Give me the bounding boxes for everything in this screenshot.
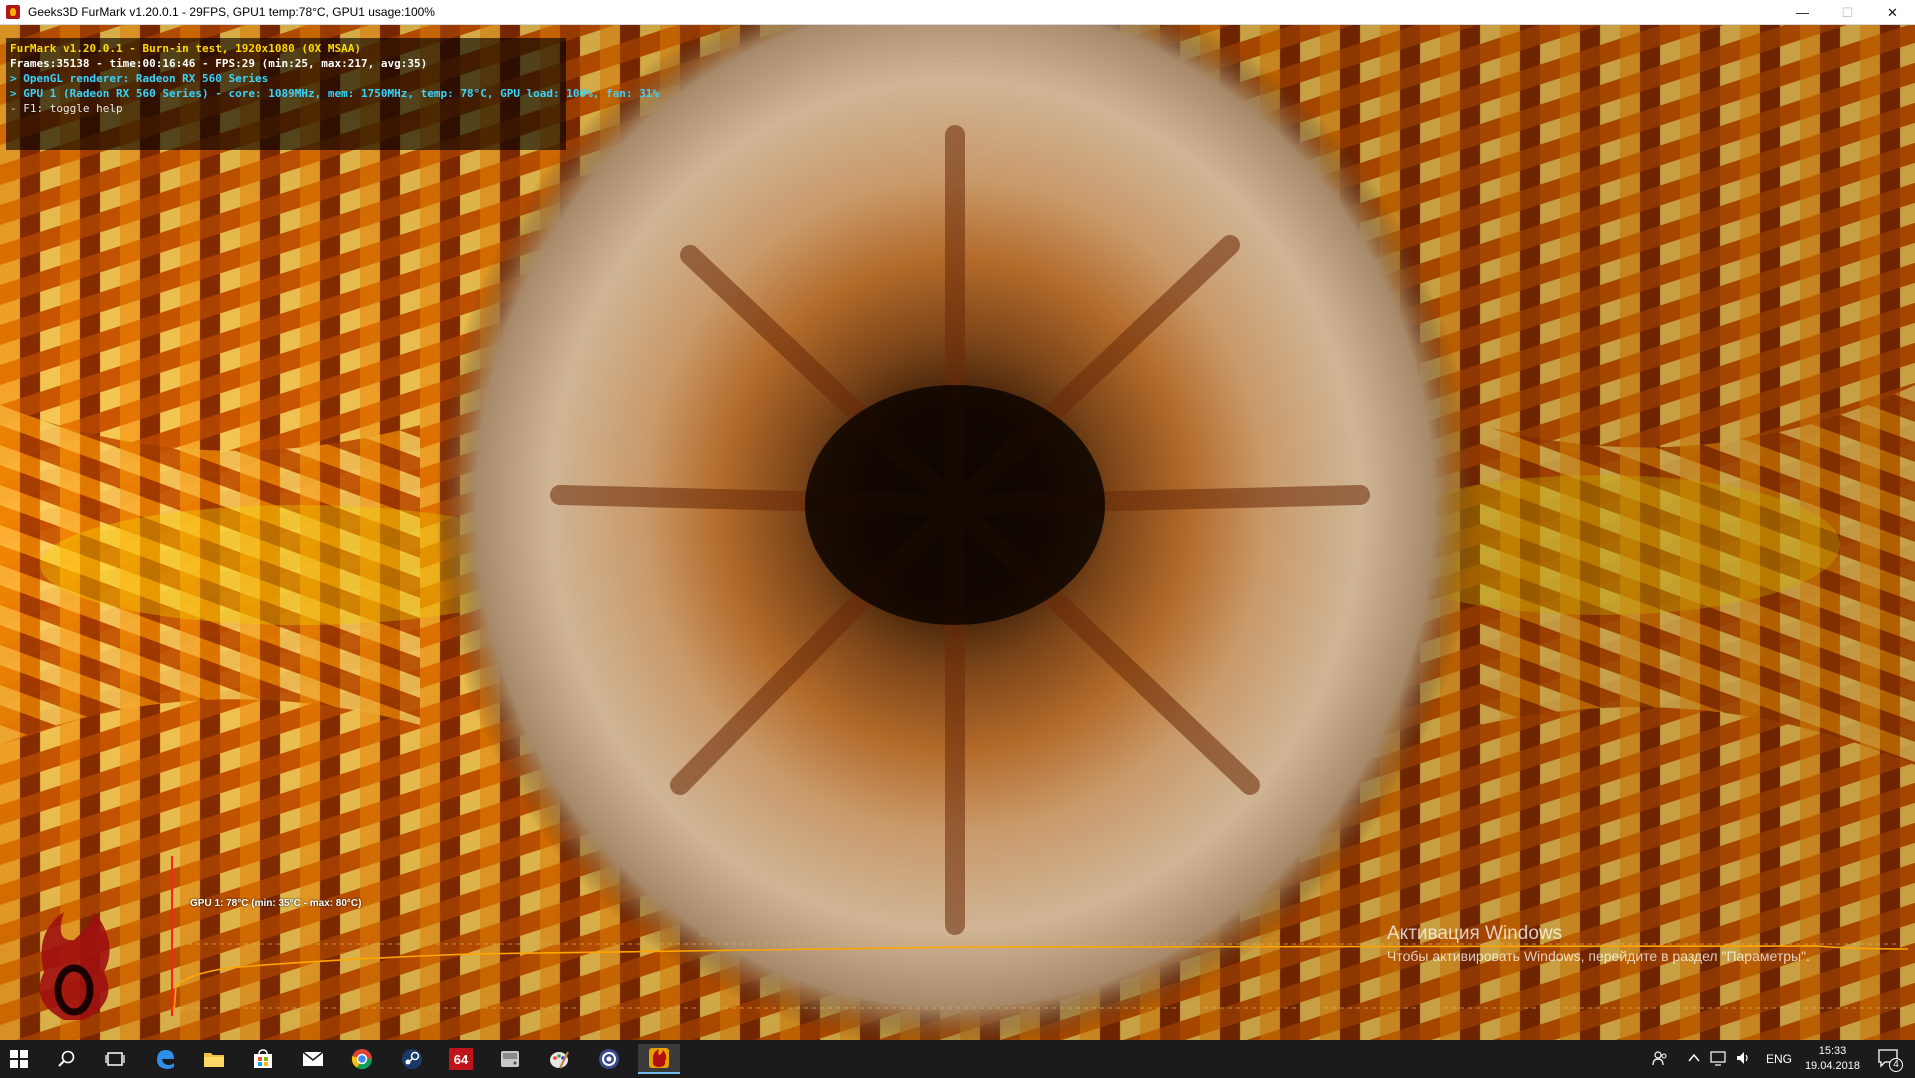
edge-icon[interactable] bbox=[148, 1044, 182, 1074]
file-explorer-icon[interactable] bbox=[197, 1044, 231, 1074]
mail-icon[interactable] bbox=[296, 1044, 330, 1074]
store-icon[interactable] bbox=[246, 1044, 280, 1074]
hud-frames-line: Frames:35138 - time:00:16:46 - FPS:29 (m… bbox=[10, 57, 428, 70]
chrome-icon[interactable] bbox=[345, 1044, 379, 1074]
aida64-label: 64 bbox=[449, 1048, 473, 1070]
network-icon[interactable] bbox=[1710, 1050, 1728, 1069]
activation-subtitle: Чтобы активировать Windows, перейдите в … bbox=[1387, 948, 1810, 964]
minimize-button[interactable]: — bbox=[1780, 0, 1825, 25]
gpu-temperature-graph bbox=[171, 856, 1908, 1016]
aida64-icon[interactable]: 64 bbox=[444, 1044, 478, 1074]
window-controls: — ☐ ✕ bbox=[1780, 0, 1915, 25]
furmark-logo bbox=[39, 912, 110, 1020]
language-indicator[interactable]: ENG bbox=[1766, 1052, 1792, 1066]
hud-help-line: - F1: toggle help bbox=[10, 102, 123, 115]
people-icon[interactable] bbox=[1652, 1050, 1668, 1069]
notification-count: 4 bbox=[1889, 1058, 1903, 1072]
graph-label: GPU 1: 78°C (min: 35°C - max: 80°C) bbox=[190, 898, 362, 909]
tray-chevron-up-icon[interactable] bbox=[1688, 1052, 1700, 1066]
steam-icon[interactable] bbox=[395, 1044, 429, 1074]
furmark-icon[interactable] bbox=[638, 1044, 680, 1074]
disk-icon[interactable] bbox=[493, 1044, 527, 1074]
title-bar[interactable]: Geeks3D FurMark v1.20.0.1 - 29FPS, GPU1 … bbox=[0, 0, 1915, 25]
furmark-app-icon bbox=[6, 5, 20, 19]
window-title: Geeks3D FurMark v1.20.0.1 - 29FPS, GPU1 … bbox=[28, 5, 435, 19]
cpuid-icon[interactable] bbox=[592, 1044, 626, 1074]
hud-overlay: FurMark v1.20.0.1 - Burn-in test, 1920x1… bbox=[6, 38, 659, 150]
hud-title-line: FurMark v1.20.0.1 - Burn-in test, 1920x1… bbox=[10, 42, 361, 55]
start-icon[interactable] bbox=[2, 1044, 36, 1074]
clock-date: 19.04.2018 bbox=[1804, 1060, 1860, 1072]
task-view-icon[interactable] bbox=[98, 1044, 132, 1074]
close-button[interactable]: ✕ bbox=[1870, 0, 1915, 25]
hud-renderer-line: > OpenGL renderer: Radeon RX 560 Series bbox=[10, 72, 269, 85]
hud-gpu-line: > GPU 1 (Radeon RX 560 Series) - core: 1… bbox=[10, 87, 660, 100]
maximize-button[interactable]: ☐ bbox=[1825, 0, 1870, 25]
paint-icon[interactable] bbox=[542, 1044, 576, 1074]
action-center-icon[interactable]: 4 bbox=[1877, 1048, 1903, 1072]
volume-icon[interactable] bbox=[1736, 1050, 1752, 1069]
clock[interactable]: 15:33 19.04.2018 bbox=[1805, 1044, 1860, 1074]
system-tray: ENG bbox=[1652, 1040, 1792, 1078]
search-icon[interactable] bbox=[50, 1044, 84, 1074]
activation-title: Активация Windows bbox=[1387, 923, 1563, 944]
taskbar: 64 ENG 15:33 19.04.2018 4 bbox=[0, 1040, 1915, 1078]
clock-time: 15:33 bbox=[1818, 1045, 1847, 1057]
